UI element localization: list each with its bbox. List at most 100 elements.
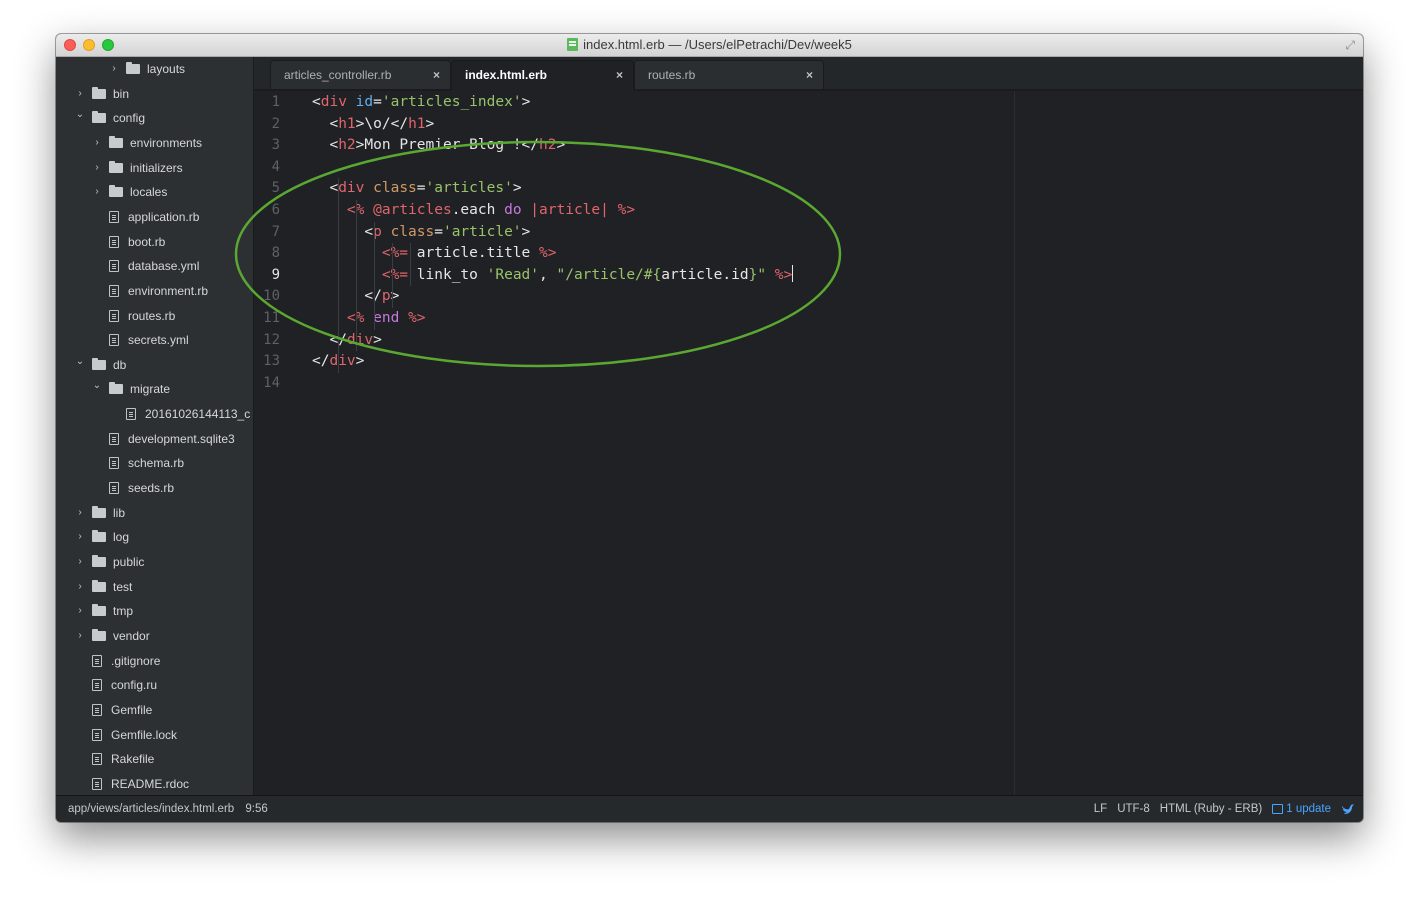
chevron-right-icon[interactable]: › (74, 552, 86, 572)
tree-file[interactable]: secrets.yml (91, 330, 189, 350)
chevron-right-icon[interactable]: › (91, 182, 103, 202)
code-line[interactable]: <% end %> (312, 308, 426, 329)
tree-file[interactable]: Gemfile (74, 700, 152, 720)
chevron-right-icon[interactable]: › (74, 601, 86, 621)
close-tab-icon[interactable]: × (616, 61, 623, 90)
code-token: "/article/ (556, 266, 644, 283)
tab-index-html-erb[interactable]: index.html.erb × (451, 60, 634, 91)
code-line[interactable]: <p class='article'> (312, 222, 530, 243)
code-token: end (373, 310, 400, 326)
tree-folder[interactable]: › bin (74, 84, 129, 104)
folder-icon (92, 357, 106, 370)
tree-folder[interactable]: › lib (74, 503, 125, 523)
tree-folder[interactable]: › public (74, 552, 144, 572)
chevron-right-icon[interactable]: › (91, 158, 103, 178)
code-line[interactable]: <h2>Mon Premier Blog !</h2> (312, 135, 565, 156)
tab-articles-controller-rb[interactable]: articles_controller.rb × (270, 60, 451, 89)
tree-file[interactable]: routes.rb (91, 306, 175, 326)
tree-folder[interactable]: ⌄ config (74, 108, 145, 128)
status-grammar[interactable]: HTML (Ruby - ERB) (1160, 796, 1262, 822)
tree-file[interactable]: README.rdoc (74, 774, 189, 794)
status-right: LF UTF-8 HTML (Ruby - ERB) 1 update (1094, 796, 1355, 822)
tree-item-label: secrets.yml (128, 333, 189, 348)
code-token: h2 (338, 137, 356, 154)
tree-file[interactable]: development.sqlite3 (91, 429, 235, 449)
tree-file[interactable]: config.ru (74, 675, 157, 695)
tree-folder[interactable]: ⌄ migrate (91, 379, 170, 399)
tree-file[interactable]: Gemfile.lock (74, 725, 177, 745)
tree-file[interactable]: seeds.rb (91, 478, 174, 498)
tree-file[interactable]: .gitignore (74, 651, 160, 671)
folder-icon (92, 555, 106, 567)
code-token: article.title (408, 245, 539, 262)
tree-folder[interactable]: ⌄ db (74, 352, 127, 375)
chevron-down-icon[interactable]: ⌄ (74, 105, 86, 125)
tab-routes-rb[interactable]: routes.rb × (634, 60, 824, 89)
tree-folder[interactable]: › log (74, 527, 129, 547)
chevron-right-icon[interactable]: › (91, 133, 103, 153)
file-icon (109, 284, 119, 297)
tree-folder[interactable]: › test (74, 577, 132, 597)
code-token: div (338, 180, 365, 197)
chevron-down-icon[interactable]: ⌄ (91, 376, 103, 396)
chevron-down-icon[interactable]: ⌄ (74, 352, 86, 372)
code-token: = (434, 223, 443, 240)
tree-folder[interactable]: › layouts (108, 59, 185, 79)
chevron-right-icon[interactable]: › (74, 527, 86, 547)
file-icon (109, 334, 119, 347)
folder-icon (109, 382, 123, 395)
tree-item-label: bin (113, 86, 130, 101)
tree-item-label: layouts (147, 62, 186, 76)
tree-file[interactable]: database.yml (91, 256, 199, 276)
tree-file[interactable]: 20161026144113_c (108, 404, 250, 424)
close-tab-icon[interactable]: × (806, 61, 813, 90)
tree-view[interactable]: › layouts › bin ⌄ config › environments › initial… (56, 57, 254, 795)
tree-file[interactable]: Rakefile (74, 749, 154, 769)
tree-item-label: database.yml (128, 259, 200, 274)
tree-file[interactable]: schema.rb (91, 453, 184, 473)
folder-icon (92, 505, 106, 518)
tree-folder[interactable]: › environments (91, 133, 202, 153)
code-line[interactable]: <%= article.title %> (312, 243, 557, 264)
fullscreen-icon[interactable]: ⤢ (1345, 38, 1355, 52)
status-encoding[interactable]: UTF-8 (1117, 796, 1150, 822)
line-number-gutter[interactable]: 1 2 3 4 5 6 7 8 9 10 11 12 13 14 (254, 91, 304, 795)
tree-file[interactable]: application.rb (91, 207, 199, 227)
close-tab-icon[interactable]: × (433, 61, 440, 90)
tree-folder[interactable]: › tmp (74, 601, 133, 621)
code-line[interactable]: </div> (312, 330, 381, 351)
code-line[interactable]: <div id='articles_index'> (312, 92, 530, 113)
tree-folder[interactable]: › vendor (74, 626, 150, 646)
status-cursor-position[interactable]: 9:56 (245, 803, 267, 815)
code-line[interactable]: <% @articles.each do |article| %> (312, 200, 635, 221)
folder-icon (92, 579, 106, 592)
bird-icon[interactable] (1341, 802, 1355, 816)
tree-folder[interactable]: › locales (91, 182, 167, 202)
tree-folder[interactable]: › initializers (91, 158, 183, 178)
code-token: = (373, 94, 382, 110)
code-line[interactable]: <%= link_to 'Read', "/article/#{article.… (312, 264, 794, 286)
tab-label: index.html.erb (465, 68, 548, 82)
chevron-right-icon[interactable]: › (74, 577, 86, 597)
status-file-path[interactable]: app/views/articles/index.html.erb (68, 803, 234, 815)
code-line[interactable]: <h1>\o/</h1> (312, 114, 434, 135)
code-editor[interactable]: <div id='articles_index'> <h1>\o/</h1> <… (304, 91, 1363, 795)
status-update-link[interactable]: 1 update (1272, 796, 1331, 822)
tree-item-label: tmp (113, 604, 134, 619)
code-token: > (355, 353, 365, 370)
chevron-right-icon[interactable]: › (74, 503, 86, 523)
chevron-right-icon[interactable]: › (74, 84, 86, 104)
chevron-right-icon[interactable]: › (74, 626, 86, 646)
code-token: p (381, 288, 391, 305)
chevron-right-icon[interactable]: › (108, 59, 120, 79)
status-line-ending[interactable]: LF (1094, 796, 1107, 822)
tree-item-label: environment.rb (128, 283, 209, 298)
code-line[interactable]: <div class='articles'> (312, 178, 521, 199)
tree-file[interactable]: environment.rb (91, 281, 208, 301)
tree-file[interactable]: boot.rb (91, 232, 165, 252)
file-icon (109, 457, 119, 470)
